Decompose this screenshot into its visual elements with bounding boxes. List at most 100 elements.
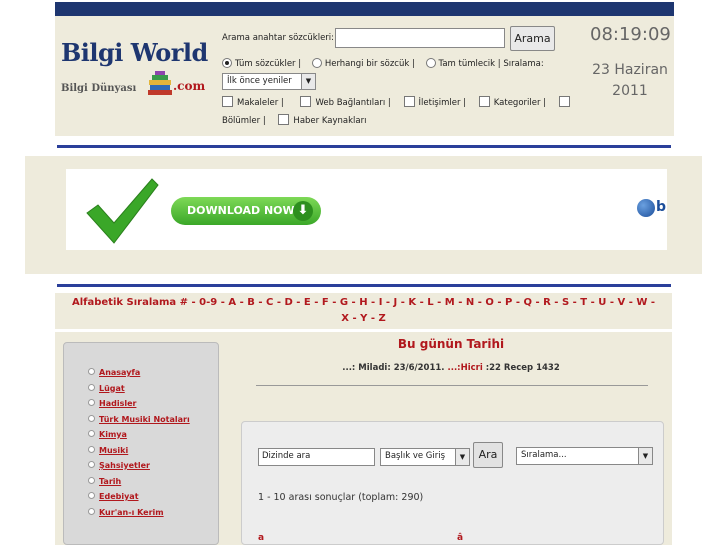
alphabet-letter-link[interactable]: B xyxy=(247,297,255,308)
field-select[interactable]: Başlık ve Giriş ▼ xyxy=(380,448,470,466)
bullet-icon xyxy=(88,476,95,484)
search-button[interactable]: Arama xyxy=(510,26,555,51)
alphabet-nav: Alfabetik Sıralama # - 0-9 - A - B - C -… xyxy=(55,293,672,329)
alphabet-letter-link[interactable]: V xyxy=(617,297,625,308)
books-icon xyxy=(148,71,172,95)
bullet-icon xyxy=(88,461,95,468)
clock-day-month: 23 Haziran xyxy=(592,62,668,78)
alphabet-letter-link[interactable]: U xyxy=(598,297,606,308)
chevron-down-icon: ▼ xyxy=(638,448,652,464)
sidebar-item[interactable]: Musiki xyxy=(88,445,190,462)
alphabet-letter-link[interactable]: D xyxy=(284,297,292,308)
alphabet-letter-link[interactable]: C xyxy=(266,297,273,308)
sidebar-item[interactable]: Hadisler xyxy=(88,399,190,415)
sort-select[interactable]: Sıralama... ▼ xyxy=(516,447,653,465)
sidebar-item[interactable]: Kimya xyxy=(88,430,190,446)
sort-select[interactable]: İlk önce yeniler ▼ xyxy=(222,73,316,90)
banner-logo-letter: b xyxy=(656,199,667,215)
miladi-label: ...: Miladi: xyxy=(342,363,391,373)
sidebar-link[interactable]: Edebiyat xyxy=(99,492,139,501)
sidebar-link[interactable]: Lügat xyxy=(99,384,125,393)
checkbox-sections[interactable] xyxy=(558,96,570,107)
alphabet-letter-link[interactable]: 0-9 xyxy=(199,297,217,308)
alphabet-letter-link[interactable]: O xyxy=(485,297,494,308)
alphabet-letter-link[interactable]: T xyxy=(580,297,587,308)
checkbox-web-links-label: Web Bağlantıları | xyxy=(315,98,391,108)
alphabet-letter-link[interactable]: A xyxy=(228,297,236,308)
arrow-down-icon: ⬇ xyxy=(293,201,313,221)
alphabet-letter-link[interactable]: Z xyxy=(378,313,385,324)
chevron-down-icon: ▼ xyxy=(455,449,469,465)
search-mode-options: Tüm sözcükler | Herhangi bir sözcük | Ta… xyxy=(222,58,544,69)
alphabet-letter-link[interactable]: E xyxy=(304,297,311,308)
checkbox-categories-label: Kategoriler | xyxy=(493,98,547,108)
alphabet-letter-link[interactable]: Q xyxy=(523,297,532,308)
logo-brand: Bilgi World xyxy=(61,38,208,67)
sidebar-link[interactable]: Hadisler xyxy=(99,399,136,408)
sidebar-item[interactable]: Kur'an-ı Kerim xyxy=(88,507,190,524)
site-logo[interactable]: Bilgi World Bilgi Dünyası .com xyxy=(61,38,211,118)
checkbox-news-feeds[interactable] xyxy=(278,114,290,125)
sidebar-link[interactable]: Türk Musiki Notaları xyxy=(99,415,190,424)
alphabet-letter-link[interactable]: M xyxy=(445,297,455,308)
alphabet-letter-link[interactable]: S xyxy=(562,297,569,308)
alphabet-letter-link[interactable]: X xyxy=(341,313,349,324)
ad-banner[interactable]: DOWNLOAD NOW ⬇ b xyxy=(66,169,667,250)
alphabet-letter-link[interactable]: J xyxy=(394,297,398,308)
radio-any-word[interactable] xyxy=(311,58,322,68)
checkbox-articles[interactable] xyxy=(222,96,233,107)
checkbox-news-feeds-label: Haber Kaynakları xyxy=(293,116,367,126)
sidebar-link[interactable]: Anasayfa xyxy=(99,368,140,377)
alphabet-row: X - Y - Z xyxy=(341,313,386,324)
sidebar-link[interactable]: Musiki xyxy=(99,446,128,455)
sort-label: Sıralama: xyxy=(503,59,544,69)
sidebar-link[interactable]: Kur'an-ı Kerim xyxy=(99,508,164,517)
sidebar-item[interactable]: Anasayfa xyxy=(88,368,190,384)
radio-any-word-label: Herhangi bir sözcük | xyxy=(324,59,415,69)
alphabet-letter-link[interactable]: N xyxy=(466,297,474,308)
alphabet-letter-link[interactable]: R xyxy=(543,297,551,308)
alphabet-letter-link[interactable]: P xyxy=(505,297,512,308)
sidebar-link[interactable]: Şahsiyetler xyxy=(99,461,150,470)
directory-search-input[interactable]: Dizinde ara xyxy=(258,448,375,466)
checkbox-web-links[interactable] xyxy=(300,96,312,107)
search-input[interactable] xyxy=(335,28,505,48)
download-now-label: DOWNLOAD NOW xyxy=(187,204,295,217)
sidebar-list: Anasayfa Lügat Hadisler Türk Musiki Notalar… xyxy=(88,368,190,523)
hicri-label: ...:Hicri xyxy=(447,363,483,373)
alphabet-letter-link[interactable]: # xyxy=(180,297,188,308)
alphabet-letter-link[interactable]: F xyxy=(322,297,329,308)
radio-all-words-label: Tüm sözcükler | xyxy=(235,59,302,69)
alphabet-letter-link[interactable]: L xyxy=(427,297,433,308)
sidebar-item[interactable]: Şahsiyetler xyxy=(88,461,190,477)
sidebar-link[interactable]: Kimya xyxy=(99,430,127,439)
bullet-icon xyxy=(88,445,95,453)
radio-exact-phrase[interactable] xyxy=(425,58,436,68)
chevron-down-icon: ▼ xyxy=(301,74,315,89)
directory-search-button[interactable]: Ara xyxy=(473,442,503,468)
sidebar-item[interactable]: Türk Musiki Notaları xyxy=(88,414,190,431)
bullet-icon xyxy=(88,507,95,515)
sidebar-item[interactable]: Lügat xyxy=(88,383,190,400)
checkbox-categories[interactable] xyxy=(478,96,490,107)
alphabet-letter-link[interactable]: W xyxy=(636,297,647,308)
download-now-button[interactable]: DOWNLOAD NOW ⬇ xyxy=(171,197,321,225)
radio-all-words[interactable] xyxy=(222,58,232,68)
alphabet-letter-link[interactable]: K xyxy=(408,297,416,308)
letter-heading: a xyxy=(258,533,265,543)
radio-exact-phrase-label: Tam tümlecik | xyxy=(438,59,501,69)
checkbox-contacts[interactable] xyxy=(403,96,415,107)
alphabet-letter-link[interactable]: H xyxy=(359,297,367,308)
logo-tld: .com xyxy=(173,79,206,93)
alphabet-letter-link[interactable]: Y xyxy=(360,313,367,324)
alphabet-letter-link[interactable]: I xyxy=(379,297,383,308)
sidebar-link[interactable]: Tarih xyxy=(99,477,121,486)
sidebar-item[interactable]: Tarih xyxy=(88,476,190,493)
letter-heading: â xyxy=(457,533,464,543)
bullet-icon xyxy=(88,383,95,391)
checkbox-contacts-label: İletişimler | xyxy=(418,98,467,108)
sidebar-item[interactable]: Edebiyat xyxy=(88,492,190,508)
header: Bilgi World Bilgi Dünyası .com Arama ana… xyxy=(55,16,674,136)
search-filters-row-1: Makaleler | Web Bağlantıları | İletişiml… xyxy=(222,96,574,108)
alphabet-letter-link[interactable]: G xyxy=(340,297,348,308)
